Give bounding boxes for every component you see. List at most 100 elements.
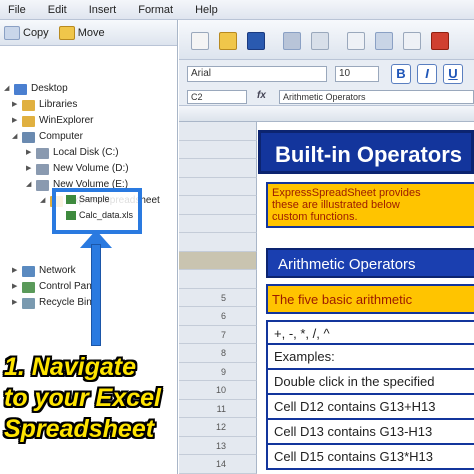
move-icon — [58, 25, 75, 40]
menu-edit[interactable]: Edit — [48, 4, 67, 16]
excel-file-icon — [66, 210, 76, 220]
tree-item-winexplorer[interactable]: ▶ WinExplorer — [12, 114, 93, 128]
row-header[interactable] — [179, 177, 257, 197]
preview-icon[interactable] — [311, 32, 329, 50]
menu-insert[interactable]: Insert — [89, 4, 117, 16]
tree-item-label: New Volume (D:) — [53, 163, 129, 174]
row-header[interactable] — [179, 251, 257, 271]
tree-item-desktop[interactable]: ◢ Desktop — [4, 82, 68, 96]
bold-button[interactable]: B — [391, 64, 411, 84]
doc-intro-line: custom functions. — [272, 211, 358, 223]
row-header[interactable] — [179, 270, 257, 289]
expand-icon[interactable]: ▶ — [12, 280, 20, 294]
expand-icon[interactable]: ▶ — [12, 296, 20, 310]
row-header[interactable]: 13 — [179, 436, 257, 456]
control-panel-icon — [22, 281, 35, 293]
tree-item-label: Computer — [39, 131, 83, 142]
expand-icon[interactable]: ▶ — [12, 98, 20, 112]
row-header[interactable]: 10 — [179, 381, 257, 400]
computer-icon — [22, 131, 35, 143]
menu-bar: File Edit Insert Format Help — [0, 0, 474, 20]
file-icon — [66, 194, 76, 204]
network-icon — [22, 265, 35, 277]
expand-icon[interactable]: ▶ — [26, 162, 34, 176]
print-icon[interactable] — [283, 32, 301, 50]
doc-line: Cell D13 contains G13-H13 — [266, 420, 474, 445]
doc-line: Examples: — [266, 345, 474, 370]
doc-title: Built-in Operators — [258, 130, 474, 174]
doc-intro-line: ExpressSpreadSheet provides — [272, 187, 421, 199]
column-header — [179, 106, 474, 122]
row-header[interactable] — [179, 233, 257, 252]
row-header[interactable] — [179, 214, 257, 234]
document-view: Built-in Operators ExpressSpreadSheet pr… — [258, 122, 474, 474]
menu-file[interactable]: File — [8, 4, 26, 16]
font-size-select[interactable]: 10 — [335, 66, 379, 82]
underline-button[interactable]: U — [443, 64, 463, 84]
row-header[interactable]: 12 — [179, 418, 257, 437]
row-header[interactable]: 8 — [179, 344, 257, 363]
doc-intro-line: these are illustrated below — [272, 199, 400, 211]
collapse-icon[interactable]: ◢ — [4, 82, 12, 96]
tree-item-recycle-bin[interactable]: ▶ Recycle Bin — [12, 296, 92, 310]
row-header[interactable]: 14 — [179, 455, 257, 474]
tree-item-volume-d[interactable]: ▶ New Volume (D:) — [26, 162, 129, 176]
menu-format[interactable]: Format — [138, 4, 173, 16]
tree-item-local-disk[interactable]: ▶ Local Disk (C:) — [26, 146, 119, 160]
tree-item-network[interactable]: ▶ Network — [12, 264, 76, 278]
spreadsheet-pane: Arial 10 B I U C2 fx Arithmetic Operator… — [179, 20, 474, 474]
move-button[interactable]: Move — [58, 25, 105, 40]
tree-item-label: Local Disk (C:) — [53, 147, 119, 158]
cut-icon[interactable] — [375, 32, 393, 50]
row-header[interactable]: 7 — [179, 325, 257, 345]
row-header[interactable]: 5 — [179, 288, 257, 308]
main-toolbar — [179, 20, 474, 60]
move-label: Move — [77, 26, 105, 39]
row-header[interactable] — [179, 122, 257, 141]
drive-icon — [36, 179, 49, 191]
recycle-bin-icon — [22, 297, 35, 309]
row-header[interactable]: 6 — [179, 307, 257, 326]
row-header[interactable] — [179, 140, 257, 160]
collapse-icon[interactable]: ◢ — [12, 130, 20, 144]
copy-label: Copy — [23, 26, 49, 39]
doc-line: Double click in the specified — [266, 370, 474, 395]
row-header[interactable] — [179, 196, 257, 215]
copy-button[interactable]: Copy — [4, 25, 49, 40]
drive-icon — [36, 147, 49, 159]
tree-item-libraries[interactable]: ▶ Libraries — [12, 98, 77, 112]
instruction-callout: 1. Navigate to your Excel Spreadsheet — [4, 352, 194, 445]
collapse-icon[interactable]: ◢ — [26, 178, 34, 192]
doc-intro: ExpressSpreadSheet provides these are il… — [266, 182, 474, 228]
tree-item-sample[interactable]: Sample — [66, 194, 110, 204]
tree-item-calc-data[interactable]: Calc_data.xls — [66, 210, 133, 220]
highlight-box: Sample Calc_data.xls — [52, 188, 142, 234]
drive-icon — [36, 163, 49, 175]
row-header[interactable] — [179, 159, 257, 178]
format-toolbar: Arial 10 B I U C2 fx Arithmetic Operator… — [179, 60, 474, 106]
save-icon[interactable] — [247, 32, 265, 50]
font-name-select[interactable]: Arial — [187, 66, 327, 82]
menu-help[interactable]: Help — [195, 4, 218, 16]
open-folder-icon[interactable] — [219, 32, 237, 50]
collapse-icon[interactable]: ◢ — [40, 194, 48, 208]
expand-icon[interactable]: ▶ — [26, 146, 34, 160]
folder-icon — [22, 99, 35, 111]
expand-icon[interactable]: ▶ — [12, 264, 20, 278]
formula-input[interactable]: Arithmetic Operators — [279, 90, 474, 104]
arrow-shaft — [91, 244, 101, 346]
tree-item-computer[interactable]: ◢ Computer — [12, 130, 83, 144]
tree-item-control-panel[interactable]: ▶ Control Panel — [12, 280, 100, 294]
delete-icon[interactable] — [431, 32, 449, 50]
callout-line: Spreadsheet — [4, 415, 155, 443]
doc-line: Cell D12 contains G13+H13 — [266, 395, 474, 420]
italic-button[interactable]: I — [417, 64, 437, 84]
new-document-icon[interactable] — [191, 32, 209, 50]
cell-reference-box[interactable]: C2 — [187, 90, 247, 104]
expand-icon[interactable]: ▶ — [12, 114, 20, 128]
row-header[interactable]: 11 — [179, 399, 257, 419]
copy-icon[interactable] — [347, 32, 365, 50]
row-header[interactable]: 9 — [179, 362, 257, 382]
folder-toolbar: Copy Move — [0, 20, 177, 46]
paste-icon[interactable] — [403, 32, 421, 50]
